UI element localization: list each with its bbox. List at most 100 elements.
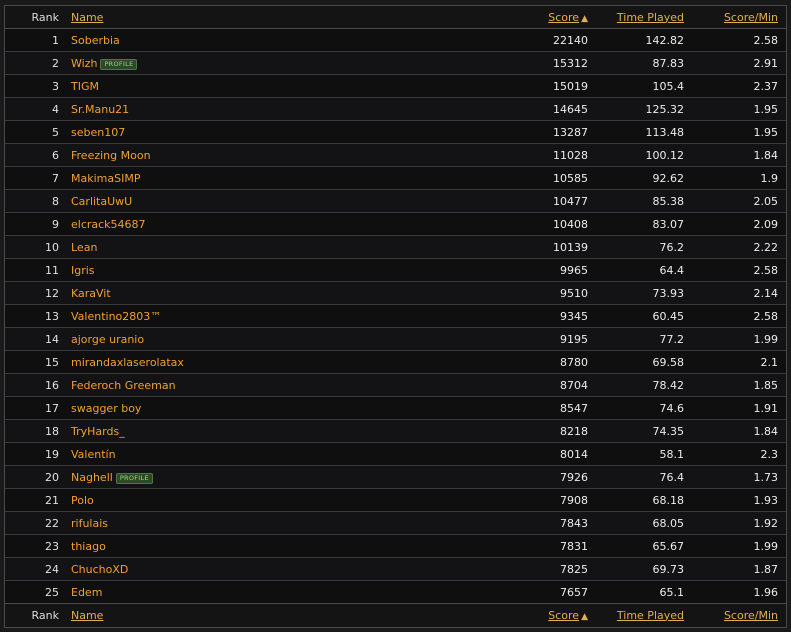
time-played-cell: 85.38 (594, 189, 692, 213)
table-row: 2 Wizh PROFILE 15312 87.83 2.91 (5, 51, 786, 75)
score-cell: 7926 (492, 465, 594, 489)
rank-cell: 11 (5, 258, 65, 282)
time-played-cell: 125.32 (594, 97, 692, 121)
player-name-link[interactable]: Soberbia (71, 34, 120, 47)
player-name-link[interactable]: CarlitaUwU (71, 195, 132, 208)
score-per-min-cell: 2.05 (692, 189, 786, 213)
leaderboard-table: Rank Name Score ▲ Time Played Score/Min 1… (5, 6, 786, 626)
time-played-cell: 74.35 (594, 419, 692, 443)
footer-sort-by-score-min-link[interactable]: Score/Min (724, 609, 778, 622)
score-per-min-cell: 1.85 (692, 373, 786, 397)
footer-row: Rank Name Score ▲ Time Played Score/Min (5, 603, 786, 626)
sort-by-score-min-link[interactable]: Score/Min (724, 11, 778, 24)
time-played-cell: 83.07 (594, 212, 692, 236)
rank-cell: 15 (5, 350, 65, 374)
player-name-link[interactable]: mirandaxlaserolatax (71, 356, 184, 369)
player-name-link[interactable]: Lean (71, 241, 97, 254)
score-cell: 7843 (492, 511, 594, 535)
time-played-cell: 105.4 (594, 74, 692, 98)
table-row: 4 Sr.Manu21 14645 125.32 1.95 (5, 97, 786, 121)
time-played-cell: 100.12 (594, 143, 692, 167)
rank-cell: 12 (5, 281, 65, 305)
player-name-link[interactable]: ChuchoXD (71, 563, 128, 576)
player-name-link[interactable]: KaraVit (71, 287, 111, 300)
sort-by-time-played-link[interactable]: Time Played (617, 11, 684, 24)
leaderboard-panel: Rank Name Score ▲ Time Played Score/Min 1… (4, 5, 787, 628)
header-time-cell: Time Played (594, 6, 692, 29)
player-name-link[interactable]: Sr.Manu21 (71, 103, 129, 116)
table-row: 17 swagger boy 8547 74.6 1.91 (5, 396, 786, 420)
footer-score-cell: Score ▲ (492, 603, 594, 626)
score-cell: 9345 (492, 304, 594, 328)
score-per-min-cell: 1.99 (692, 327, 786, 351)
player-name-link[interactable]: Federoch Greeman (71, 379, 176, 392)
footer-rank: Rank (5, 603, 65, 626)
time-played-cell: 69.73 (594, 557, 692, 581)
player-name-link[interactable]: Igris (71, 264, 95, 277)
player-name-link[interactable]: elcrack54687 (71, 218, 146, 231)
player-name-link[interactable]: Naghell (71, 471, 113, 484)
score-per-min-cell: 1.92 (692, 511, 786, 535)
time-played-cell: 142.82 (594, 28, 692, 52)
table-row: 22 rifulais 7843 68.05 1.92 (5, 511, 786, 535)
table-row: 5 seben107 13287 113.48 1.95 (5, 120, 786, 144)
sort-ascending-icon: ▲ (581, 13, 588, 24)
player-cell: Valentín (65, 442, 492, 466)
score-per-min-cell: 2.58 (692, 258, 786, 282)
table-row: 1 Soberbia 22140 142.82 2.58 (5, 28, 786, 52)
score-cell: 22140 (492, 28, 594, 52)
player-name-link[interactable]: swagger boy (71, 402, 141, 415)
rank-cell: 6 (5, 143, 65, 167)
score-per-min-cell: 1.87 (692, 557, 786, 581)
player-name-link[interactable]: TryHards_ (71, 425, 125, 438)
footer-sort-by-score-link[interactable]: Score (548, 609, 579, 622)
time-played-cell: 69.58 (594, 350, 692, 374)
rank-cell: 14 (5, 327, 65, 351)
score-cell: 11028 (492, 143, 594, 167)
rank-cell: 19 (5, 442, 65, 466)
rank-cell: 2 (5, 51, 65, 75)
header-row: Rank Name Score ▲ Time Played Score/Min (5, 6, 786, 29)
score-per-min-cell: 1.96 (692, 580, 786, 604)
footer-name-cell: Name (65, 603, 492, 626)
player-name-link[interactable]: TIGM (71, 80, 99, 93)
sort-by-name-link[interactable]: Name (71, 11, 103, 24)
time-played-cell: 73.93 (594, 281, 692, 305)
player-name-link[interactable]: Valentino2803™ (71, 310, 161, 323)
player-cell: TIGM (65, 74, 492, 98)
score-per-min-cell: 2.22 (692, 235, 786, 259)
player-name-link[interactable]: seben107 (71, 126, 125, 139)
player-name-link[interactable]: Wizh (71, 57, 97, 70)
rank-cell: 7 (5, 166, 65, 190)
score-cell: 7831 (492, 534, 594, 558)
player-name-link[interactable]: MakimaSIMP (71, 172, 140, 185)
profile-badge[interactable]: PROFILE (115, 472, 153, 484)
footer-sort-by-time-played-link[interactable]: Time Played (617, 609, 684, 622)
score-per-min-cell: 1.99 (692, 534, 786, 558)
player-cell: Freezing Moon (65, 143, 492, 167)
player-name-link[interactable]: Valentín (71, 448, 116, 461)
table-row: 8 CarlitaUwU 10477 85.38 2.05 (5, 189, 786, 213)
player-cell: KaraVit (65, 281, 492, 305)
rank-cell: 9 (5, 212, 65, 236)
player-name-link[interactable]: rifulais (71, 517, 108, 530)
player-name-link[interactable]: ajorge uranio (71, 333, 144, 346)
profile-badge[interactable]: PROFILE (100, 58, 138, 70)
player-cell: Wizh PROFILE (65, 51, 492, 75)
table-row: 3 TIGM 15019 105.4 2.37 (5, 74, 786, 98)
player-name-link[interactable]: Polo (71, 494, 94, 507)
rank-cell: 10 (5, 235, 65, 259)
footer-time-cell: Time Played (594, 603, 692, 626)
table-row: 25 Edem 7657 65.1 1.96 (5, 580, 786, 604)
player-name-link[interactable]: thiago (71, 540, 106, 553)
header-score-min-cell: Score/Min (692, 6, 786, 29)
player-name-link[interactable]: Freezing Moon (71, 149, 151, 162)
score-per-min-cell: 1.84 (692, 419, 786, 443)
sort-by-score-link[interactable]: Score (548, 11, 579, 24)
player-name-link[interactable]: Edem (71, 586, 102, 599)
table-row: 11 Igris 9965 64.4 2.58 (5, 258, 786, 282)
rank-cell: 16 (5, 373, 65, 397)
footer-sort-by-name-link[interactable]: Name (71, 609, 103, 622)
player-cell: Lean (65, 235, 492, 259)
rank-cell: 1 (5, 28, 65, 52)
